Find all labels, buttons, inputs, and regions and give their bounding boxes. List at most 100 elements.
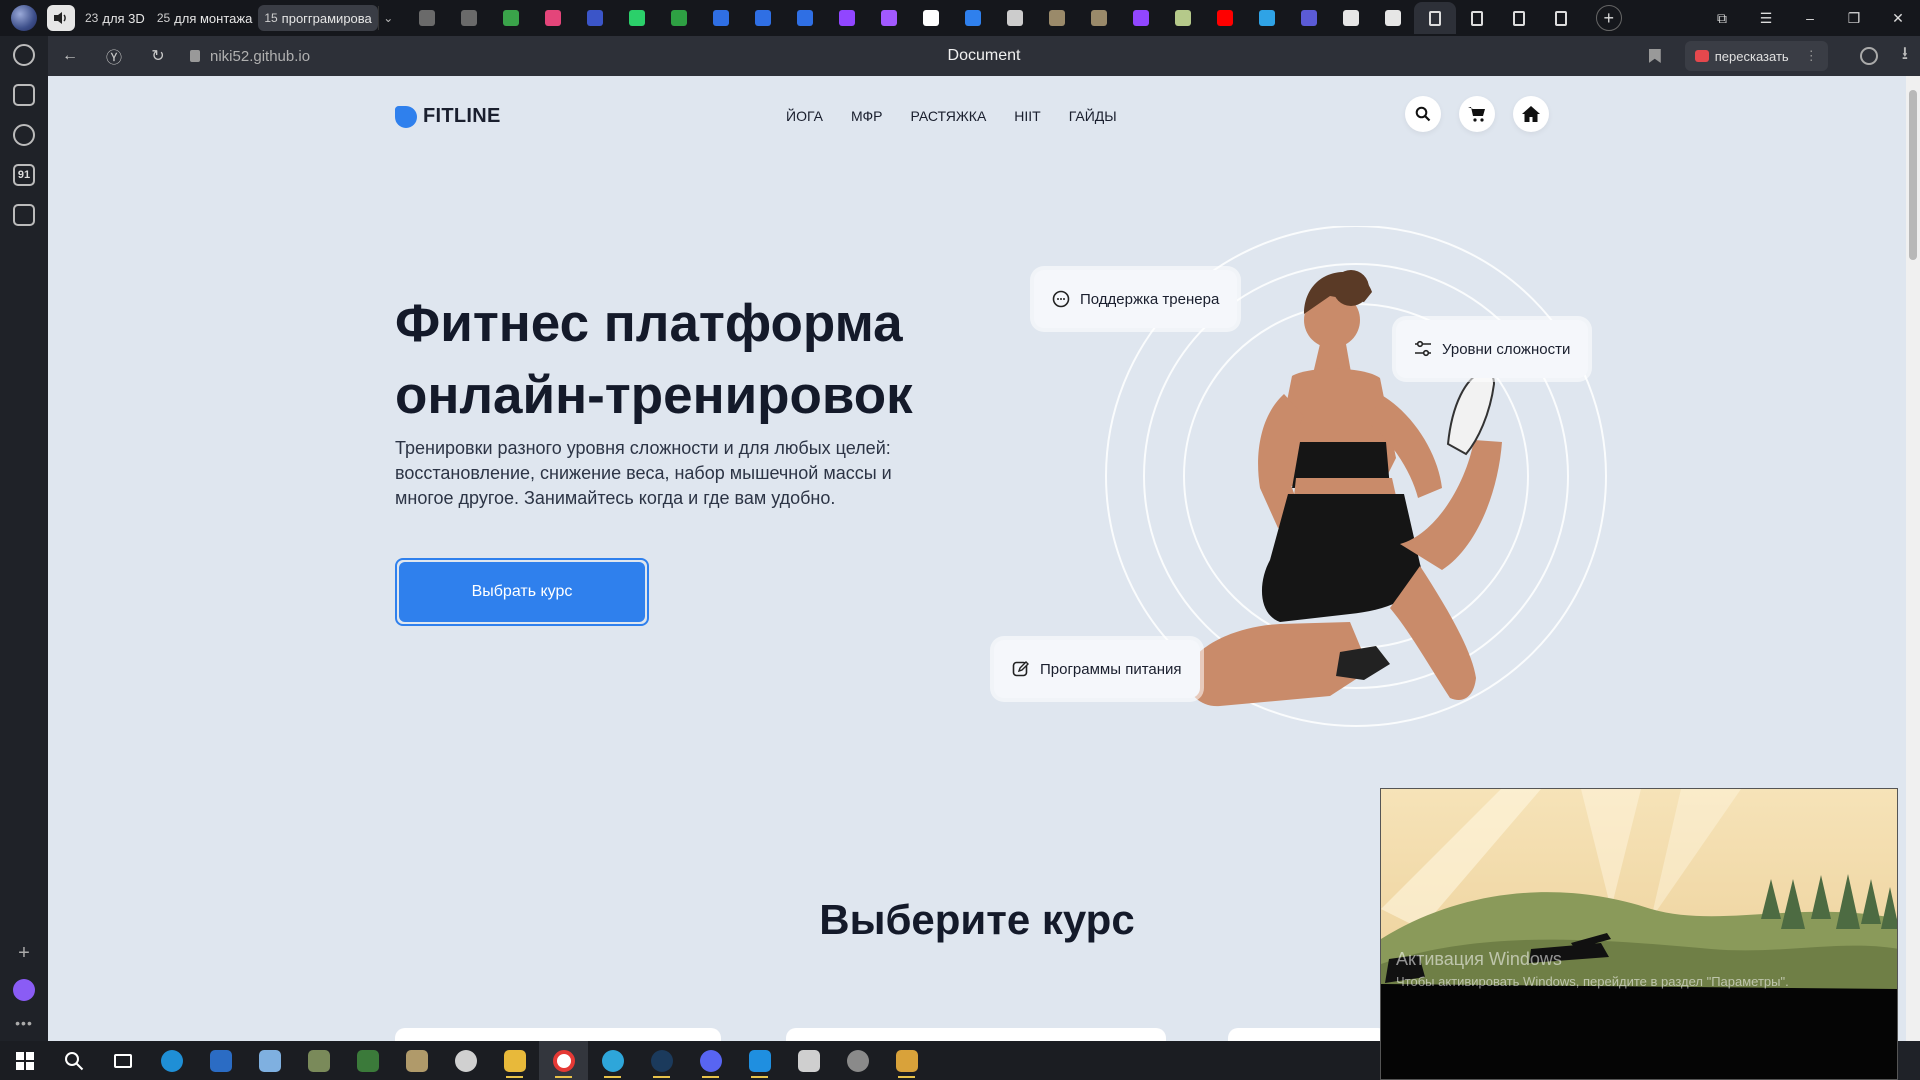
more-icon[interactable]: •••: [15, 1015, 33, 1031]
tab-group-programming[interactable]: 15 прогграмирова: [258, 5, 378, 31]
taskbar-steam[interactable]: [637, 1041, 686, 1080]
pinned-tab[interactable]: [700, 2, 742, 34]
chevron-down-icon[interactable]: ⌄: [377, 6, 398, 30]
pinned-tab[interactable]: [658, 2, 700, 34]
pinned-tab[interactable]: [616, 2, 658, 34]
tab-group-editing[interactable]: 25 для монтажа: [151, 5, 259, 31]
task-view-button[interactable]: [98, 1041, 147, 1080]
taskbar-app-4[interactable]: [784, 1041, 833, 1080]
nav-item-hiit[interactable]: HIIT: [1014, 108, 1040, 124]
telegram-icon: [601, 1049, 624, 1072]
choose-course-label: Выбрать курс: [399, 562, 645, 622]
scrollbar-thumb[interactable]: [1909, 90, 1917, 260]
translate-icon[interactable]: [1859, 47, 1878, 65]
taskbar-telegram[interactable]: [588, 1041, 637, 1080]
course-card[interactable]: [786, 1028, 1166, 1041]
document-tab[interactable]: [1456, 2, 1498, 34]
choose-course-button[interactable]: Выбрать курс: [395, 558, 649, 626]
alice-assistant-icon[interactable]: [13, 979, 35, 1001]
pinned-tab[interactable]: [490, 2, 532, 34]
cart-button[interactable]: [1459, 96, 1495, 132]
taskbar-app-6[interactable]: [882, 1041, 931, 1080]
taskbar-discord[interactable]: [686, 1041, 735, 1080]
menu-icon[interactable]: ☰: [1744, 10, 1788, 27]
current-tab[interactable]: [1413, 2, 1456, 34]
pinned-tab[interactable]: [826, 2, 868, 34]
taskbar-app-2[interactable]: [343, 1041, 392, 1080]
pinned-tab[interactable]: [1162, 2, 1204, 34]
nav-item-mfr[interactable]: МФР: [851, 108, 883, 124]
pinned-tab[interactable]: [910, 2, 952, 34]
search-button[interactable]: [1405, 96, 1441, 132]
pinned-tab[interactable]: [994, 2, 1036, 34]
media-icon[interactable]: [13, 124, 35, 146]
taskbar-app-notepad[interactable]: [245, 1041, 294, 1080]
more-options-icon[interactable]: ⋮: [1805, 48, 1818, 64]
new-tab-button[interactable]: +: [1595, 5, 1622, 31]
browser-logo-icon[interactable]: [11, 5, 37, 31]
restore-button[interactable]: ❐: [1832, 10, 1876, 27]
sliders-icon: [1415, 340, 1431, 357]
url-field[interactable]: niki52.github.io: [190, 48, 310, 65]
taskbar-app-word[interactable]: [196, 1041, 245, 1080]
sound-toggle-button[interactable]: [47, 5, 75, 31]
collections-icon[interactable]: [13, 84, 35, 106]
pinned-tab[interactable]: [574, 2, 616, 34]
app-icon: [209, 1049, 232, 1072]
yandex-icon[interactable]: Ⓨ: [92, 36, 136, 76]
pinned-tab[interactable]: [448, 2, 490, 34]
pinned-tab[interactable]: [784, 2, 826, 34]
taskbar-settings[interactable]: [441, 1041, 490, 1080]
pinned-tab[interactable]: [1246, 2, 1288, 34]
pinned-tab[interactable]: [532, 2, 574, 34]
download-icon[interactable]: ⭳: [1902, 41, 1908, 71]
course-card[interactable]: [395, 1028, 721, 1041]
pip-video-window[interactable]: Активация Windows Чтобы активировать Win…: [1380, 788, 1898, 1080]
taskbar-app-1[interactable]: [294, 1041, 343, 1080]
close-button[interactable]: ✕: [1876, 10, 1920, 27]
taskbar-file-explorer[interactable]: [490, 1041, 539, 1080]
pinned-tab[interactable]: [742, 2, 784, 34]
pinned-tab[interactable]: [868, 2, 910, 34]
taskbar-app-5[interactable]: [833, 1041, 882, 1080]
nav-item-guides[interactable]: ГАЙДЫ: [1069, 108, 1117, 124]
minimize-button[interactable]: –: [1788, 10, 1832, 26]
pinned-tab[interactable]: [406, 2, 448, 34]
difficulty-levels-label: Уровни сложности: [1442, 340, 1571, 358]
document-tab[interactable]: [1540, 2, 1582, 34]
pinned-tab[interactable]: [1036, 2, 1078, 34]
search-taskbar-button[interactable]: [49, 1041, 98, 1080]
add-panel-icon[interactable]: +: [18, 942, 30, 965]
nav-item-yoga[interactable]: ЙОГА: [786, 108, 823, 124]
history-icon[interactable]: [13, 44, 35, 66]
pinned-tab[interactable]: [1120, 2, 1162, 34]
taskbar-vscode[interactable]: [735, 1041, 784, 1080]
brand-logo[interactable]: FITLINE: [395, 105, 501, 128]
taskbar-yandex-browser[interactable]: [539, 1041, 588, 1080]
taskbar-app-edge[interactable]: [147, 1041, 196, 1080]
taskbar-app-3[interactable]: [392, 1041, 441, 1080]
bookmarks-icon[interactable]: ⧉: [1700, 10, 1744, 27]
counter-icon[interactable]: 91: [13, 164, 35, 186]
retell-button[interactable]: пересказать ⋮: [1684, 41, 1828, 71]
nav-item-stretching[interactable]: РАСТЯЖКА: [910, 108, 986, 124]
bookmark-icon[interactable]: [1648, 49, 1661, 63]
tab-group-3d[interactable]: 23 для 3D: [79, 5, 151, 31]
pinned-tabs: [406, 2, 1582, 34]
tab-group-label: прогграмирова: [281, 10, 372, 26]
course-card[interactable]: [1228, 1028, 1388, 1041]
pinned-tab[interactable]: [1204, 2, 1246, 34]
pinned-tab[interactable]: [1078, 2, 1120, 34]
pinned-tab[interactable]: [952, 2, 994, 34]
screenshot-icon[interactable]: [13, 204, 35, 226]
start-button[interactable]: [0, 1041, 49, 1080]
back-button[interactable]: ←: [48, 36, 92, 76]
home-button[interactable]: [1513, 96, 1549, 132]
reload-button[interactable]: ↻: [136, 36, 180, 76]
pinned-tab[interactable]: [1330, 2, 1372, 34]
pinned-tab[interactable]: [1288, 2, 1330, 34]
tab-group-count: 15: [264, 11, 278, 25]
page-scrollbar[interactable]: [1906, 76, 1920, 1041]
document-tab[interactable]: [1498, 2, 1540, 34]
pinned-tab[interactable]: [1372, 2, 1414, 34]
